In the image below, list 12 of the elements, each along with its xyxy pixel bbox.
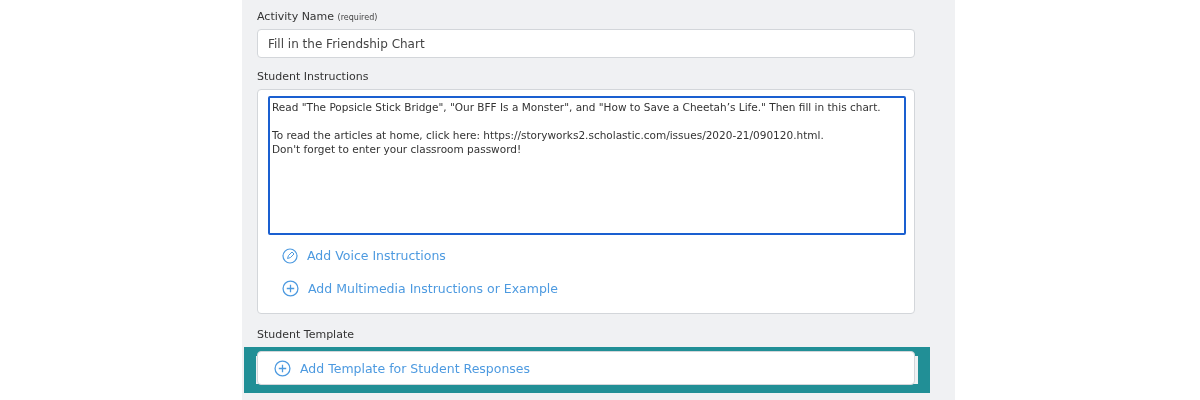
field-label: Activity Name (required) [257, 10, 379, 23]
plus-icon [282, 280, 299, 297]
activity-name-input[interactable]: Fill in the Friendship Chart [257, 29, 915, 58]
field-label: Student Instructions [257, 70, 370, 83]
required-hint: (required) [337, 13, 378, 22]
add-instructions-link[interactable]: Add Voice Instructions [282, 239, 904, 272]
field-label: Student Template [257, 328, 355, 341]
pencil-icon [282, 247, 298, 264]
add-template-link[interactable]: Add Template for Student Responses [274, 351, 531, 385]
instructions-textarea[interactable]: Read "The Popsicle Stick Bridge", "Our BFF Is a Monster", and "How to Save a Cheetah’s Life." Then fill in this chart. To read the articles at home, click here: https://storyworks2.scholastic.com/issues/2020-21/090120.html. Don't forget to enter your classroom password! [268, 96, 906, 235]
add-instructions-link[interactable]: Add Multimedia Instructions or Example [282, 272, 904, 305]
plus-icon [274, 359, 291, 377]
